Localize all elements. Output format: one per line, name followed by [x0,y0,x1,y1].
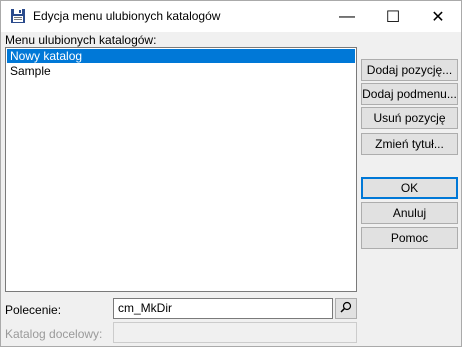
target-directory-input [113,322,357,343]
search-icon [340,301,352,316]
list-item-sample[interactable]: Sample [7,64,355,78]
remove-item-button[interactable]: Usuń pozycję [361,107,458,129]
dialog-window: Edycja menu ulubionych katalogów — ☐ ✕ M… [0,0,462,347]
maximize-button[interactable]: ☐ [370,1,416,32]
favorites-list-label: Menu ulubionych katalogów: [5,33,157,47]
add-submenu-button[interactable]: Dodaj podmenu... [361,83,458,105]
command-search-button[interactable] [335,298,357,319]
title-bar[interactable]: Edycja menu ulubionych katalogów — ☐ ✕ [1,1,461,32]
add-item-button[interactable]: Dodaj pozycję... [361,59,458,81]
list-item-nowy-katalog[interactable]: Nowy katalog [7,49,355,63]
command-label: Polecenie: [5,303,62,317]
change-title-button[interactable]: Zmień tytuł... [361,133,458,155]
target-directory-label: Katalog docelowy: [5,327,103,341]
command-input[interactable]: cm_MkDir [113,298,333,319]
help-button[interactable]: Pomoc [361,227,458,249]
minimize-button[interactable]: — [324,1,370,32]
favorites-listbox[interactable]: Nowy katalog Sample [5,47,357,292]
cancel-button[interactable]: Anuluj [361,202,458,224]
window-title: Edycja menu ulubionych katalogów [33,9,221,23]
floppy-disk-icon [10,8,26,24]
ok-button[interactable]: OK [361,177,458,199]
close-button[interactable]: ✕ [415,1,461,32]
